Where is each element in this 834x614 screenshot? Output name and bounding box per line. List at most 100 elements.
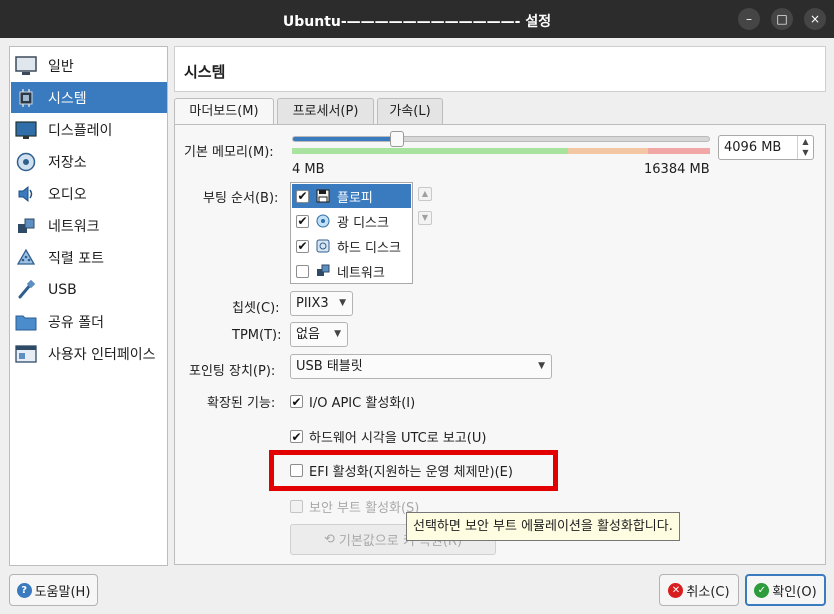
- boot-network-checkbox[interactable]: [296, 264, 309, 278]
- sidebar-item-usb[interactable]: USB: [11, 274, 167, 305]
- chip-icon: [14, 86, 38, 110]
- boot-item-network[interactable]: 네트워크: [292, 259, 411, 283]
- chipset-select[interactable]: PIIX3 ▼: [290, 291, 353, 316]
- help-button[interactable]: ? 도움말(H): [9, 574, 98, 606]
- pointing-device-value: USB 태블릿: [296, 359, 363, 374]
- memory-min-label: 4 MB: [292, 162, 325, 177]
- tab-motherboard[interactable]: 마더보드(M): [174, 98, 274, 126]
- sidebar-item-shared-folders[interactable]: 공유 폴더: [11, 306, 167, 337]
- boot-hard-disk-checkbox[interactable]: ✔: [296, 239, 309, 253]
- boot-optical-checkbox[interactable]: ✔: [296, 214, 309, 228]
- maximize-button[interactable]: □: [771, 8, 793, 30]
- ioapic-option[interactable]: ✔ I/O APIC 활성화(I): [290, 392, 415, 411]
- boot-order-label: 부팅 순서(B):: [203, 191, 279, 206]
- boot-order-list[interactable]: ✔ 플로피 ✔ 광 디스크 ✔ 하드 디스크 네트워크: [290, 182, 413, 284]
- secure-boot-label: 보안 부트 활성화(S): [309, 501, 420, 516]
- cancel-button-label: 취소(C): [686, 584, 730, 600]
- folder-icon: [14, 310, 38, 334]
- sidebar-item-user-interface[interactable]: 사용자 인터페이스: [11, 338, 167, 369]
- floppy-icon: [315, 188, 331, 204]
- extended-features-label: 확장된 기능:: [207, 396, 276, 411]
- memory-slider[interactable]: [292, 131, 710, 147]
- close-button[interactable]: ×: [804, 8, 826, 30]
- tab-processor[interactable]: 프로세서(P): [277, 98, 374, 125]
- boot-item-label: 광 디스크: [337, 215, 389, 231]
- sidebar-item-system[interactable]: 시스템: [11, 82, 167, 113]
- ioapic-checkbox[interactable]: ✔: [290, 395, 303, 408]
- sidebar-item-label: 일반: [48, 58, 74, 75]
- sidebar-item-label: USB: [48, 281, 77, 298]
- tab-acceleration[interactable]: 가속(L): [377, 98, 443, 125]
- utc-label: 하드웨어 시각을 UTC로 보고(U): [309, 431, 487, 446]
- pointing-device-select[interactable]: USB 태블릿 ▼: [290, 354, 552, 379]
- tpm-label: TPM(T):: [232, 328, 282, 343]
- boot-item-floppy[interactable]: ✔ 플로피: [292, 184, 411, 208]
- network-icon: [315, 263, 331, 279]
- efi-highlight-box: [269, 450, 558, 491]
- ok-button-label: 확인(O): [772, 584, 817, 600]
- move-down-icon[interactable]: ▼: [418, 211, 432, 225]
- memory-safe-zone: [292, 148, 568, 154]
- sidebar-item-label: 저장소: [48, 154, 87, 171]
- secure-boot-option[interactable]: 보안 부트 활성화(S): [290, 497, 419, 516]
- page-header: 시스템: [174, 46, 826, 92]
- memory-max-label: 16384 MB: [644, 162, 710, 177]
- window-icon: [14, 342, 38, 366]
- cancel-icon: ✕: [668, 582, 684, 598]
- help-icon: ?: [16, 582, 32, 598]
- reset-icon: ⟲: [323, 532, 335, 547]
- memory-slider-handle[interactable]: [390, 131, 404, 147]
- tpm-select[interactable]: 없음 ▼: [290, 322, 348, 347]
- sidebar-item-label: 직렬 포트: [48, 250, 104, 267]
- sidebar-item-label: 시스템: [48, 90, 87, 107]
- chevron-down-icon: ▼: [339, 298, 346, 308]
- pointing-device-label: 포인팅 장치(P):: [189, 364, 276, 379]
- sidebar-item-label: 오디오: [48, 186, 87, 203]
- memory-label: 기본 메모리(M):: [184, 145, 274, 160]
- chipset-label: 칩셋(C):: [232, 301, 280, 316]
- optical-disc-icon: [315, 213, 331, 229]
- ok-icon: ✓: [754, 582, 770, 598]
- memory-spinbox[interactable]: 4096 MB ▲ ▼: [718, 135, 814, 160]
- sidebar-item-serial-port[interactable]: 직렬 포트: [11, 242, 167, 273]
- tooltip: 선택하면 보안 부트 에뮬레이션을 활성화합니다.: [406, 512, 680, 541]
- usb-icon: [14, 278, 38, 302]
- network-icon: [14, 214, 38, 238]
- minimize-button[interactable]: –: [738, 8, 760, 30]
- disk-icon: [14, 150, 38, 174]
- utc-checkbox[interactable]: ✔: [290, 430, 303, 443]
- secure-boot-checkbox[interactable]: [290, 500, 303, 513]
- serial-port-icon: [14, 246, 38, 270]
- page-title: 시스템: [184, 63, 226, 81]
- chipset-value: PIIX3: [296, 296, 329, 311]
- chevron-down-icon: ▼: [334, 329, 341, 339]
- title-bar: Ubuntu-————————————- 설정 – □ ×: [0, 0, 834, 38]
- sidebar-item-general[interactable]: 일반: [11, 50, 167, 81]
- utc-option[interactable]: ✔ 하드웨어 시각을 UTC로 보고(U): [290, 427, 486, 446]
- help-button-label: 도움말(H): [34, 584, 91, 600]
- sidebar-item-label: 디스플레이: [48, 122, 113, 139]
- sidebar-item-display[interactable]: 디스플레이: [11, 114, 167, 145]
- window-title: Ubuntu-————————————- 설정: [282, 14, 552, 30]
- boot-item-optical[interactable]: ✔ 광 디스크: [292, 209, 411, 233]
- spin-arrows-icon[interactable]: ▲ ▼: [797, 136, 813, 159]
- boot-item-hard-disk[interactable]: ✔ 하드 디스크: [292, 234, 411, 258]
- memory-value: 4096 MB: [724, 140, 782, 155]
- sidebar-item-network[interactable]: 네트워크: [11, 210, 167, 241]
- hard-disk-icon: [315, 238, 331, 254]
- speaker-icon: [14, 182, 38, 206]
- boot-floppy-checkbox[interactable]: ✔: [296, 189, 309, 203]
- settings-sidebar: 일반 시스템 디스플레이 저장소 오디오 네트워크 직렬 포트 USB 공유 폴…: [9, 46, 168, 566]
- memory-danger-zone: [648, 148, 710, 154]
- sidebar-item-label: 네트워크: [48, 218, 100, 235]
- sidebar-item-storage[interactable]: 저장소: [11, 146, 167, 177]
- ioapic-label: I/O APIC 활성화(I): [309, 396, 416, 411]
- boot-item-label: 하드 디스크: [337, 240, 401, 256]
- sidebar-item-label: 사용자 인터페이스: [48, 346, 156, 363]
- cancel-button[interactable]: ✕ 취소(C): [659, 574, 739, 606]
- move-up-icon[interactable]: ▲: [418, 187, 432, 201]
- ok-button[interactable]: ✓ 확인(O): [745, 574, 826, 606]
- sidebar-item-audio[interactable]: 오디오: [11, 178, 167, 209]
- chevron-down-icon: ▼: [538, 361, 545, 371]
- boot-item-label: 플로피: [337, 190, 373, 206]
